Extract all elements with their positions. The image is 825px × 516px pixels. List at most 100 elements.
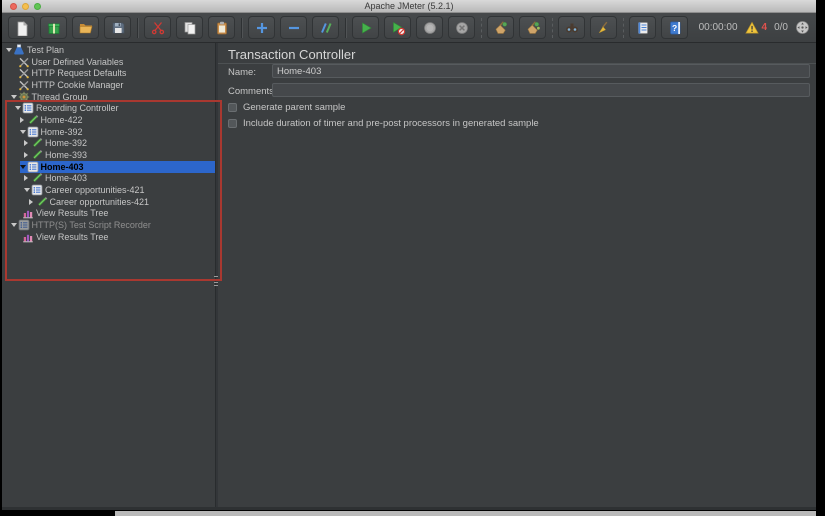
test-plan-icon bbox=[13, 44, 25, 56]
name-input[interactable] bbox=[272, 64, 810, 78]
expand-closed-icon[interactable] bbox=[19, 116, 27, 123]
expand-closed-icon[interactable] bbox=[24, 152, 31, 159]
expand-open-icon[interactable] bbox=[19, 129, 27, 134]
paste-icon bbox=[214, 20, 230, 36]
checkbox-row-1[interactable]: Include duration of timer and pre-post p… bbox=[228, 118, 539, 129]
stop-button[interactable] bbox=[416, 16, 443, 39]
tree-item-label: HTTP Request Defaults bbox=[31, 68, 127, 79]
start-no-timers-button[interactable] bbox=[384, 16, 411, 39]
expand-open-icon[interactable] bbox=[10, 223, 18, 228]
checkbox-icon[interactable] bbox=[228, 119, 237, 128]
function-helper-button[interactable] bbox=[629, 16, 656, 39]
save-button[interactable] bbox=[104, 16, 131, 39]
tree-item-home-393[interactable]: Home-393 bbox=[2, 149, 215, 161]
add-button[interactable] bbox=[248, 16, 275, 39]
toolbar-separator bbox=[345, 17, 347, 38]
config-icon bbox=[18, 56, 30, 68]
start-icon bbox=[358, 20, 374, 36]
tree-item-label: Career opportunities-421 bbox=[49, 196, 150, 207]
results-tree-icon bbox=[22, 231, 34, 243]
clear-all-button[interactable] bbox=[519, 16, 546, 39]
clear-button[interactable] bbox=[487, 16, 514, 39]
tree-item-home-403[interactable]: Home-403 bbox=[2, 160, 215, 173]
tree-item-home-403[interactable]: Home-403 bbox=[2, 173, 215, 185]
start-button[interactable] bbox=[352, 16, 379, 39]
tree-item-home-392[interactable]: Home-392 bbox=[2, 138, 215, 150]
sampler-icon bbox=[31, 137, 43, 149]
toolbar-separator bbox=[552, 17, 553, 38]
tree-item-view-results-tree[interactable]: View Results Tree bbox=[2, 208, 215, 220]
config-icon bbox=[18, 79, 30, 91]
title-bar[interactable]: Apache JMeter (5.2.1) bbox=[2, 0, 816, 13]
tree-item-user-defined-variables[interactable]: User Defined Variables bbox=[2, 56, 215, 68]
jmeter-window: Apache JMeter (5.2.1) ? 00:00:00 4 0/0 T… bbox=[2, 0, 816, 510]
sampler-icon bbox=[31, 172, 43, 184]
checkbox-label: Include duration of timer and pre-post p… bbox=[243, 118, 539, 129]
checkbox-row-0[interactable]: Generate parent sample bbox=[228, 102, 345, 113]
expand-open-icon[interactable] bbox=[19, 164, 27, 169]
add-icon bbox=[254, 20, 270, 36]
warning-icon[interactable] bbox=[744, 21, 759, 34]
open-file-icon bbox=[78, 20, 94, 36]
toolbar-separator bbox=[481, 17, 482, 38]
help-icon: ? bbox=[667, 20, 683, 36]
controller-icon bbox=[27, 126, 39, 138]
tree-item-label: Home-403 bbox=[40, 161, 84, 172]
expand-closed-icon[interactable] bbox=[28, 198, 36, 205]
remote-start-icon[interactable] bbox=[795, 20, 810, 35]
search-reset-icon bbox=[596, 20, 612, 36]
remove-button[interactable] bbox=[280, 16, 307, 39]
toggle-button[interactable] bbox=[312, 16, 339, 39]
new-file-button[interactable] bbox=[8, 16, 35, 39]
tree-item-home-422[interactable]: Home-422 bbox=[2, 114, 215, 126]
tree-item-label: Home-393 bbox=[45, 150, 88, 161]
toolbar: ? 00:00:00 4 0/0 bbox=[2, 13, 816, 43]
results-tree-icon bbox=[22, 207, 34, 219]
shutdown-button[interactable] bbox=[448, 16, 475, 39]
tree-item-test-plan[interactable]: Test Plan bbox=[2, 44, 215, 56]
name-label: Name: bbox=[228, 67, 256, 78]
elapsed-timer: 00:00:00 bbox=[698, 22, 738, 33]
comments-input[interactable] bbox=[272, 83, 810, 97]
expand-open-icon[interactable] bbox=[10, 94, 18, 99]
clear-all-icon bbox=[525, 20, 541, 36]
search-reset-button[interactable] bbox=[590, 16, 617, 39]
copy-icon bbox=[182, 20, 198, 36]
tree-item-view-results-tree[interactable]: View Results Tree bbox=[2, 231, 215, 243]
tree-item-label: View Results Tree bbox=[36, 231, 109, 242]
expand-closed-icon[interactable] bbox=[24, 175, 31, 182]
search-button[interactable] bbox=[558, 16, 585, 39]
log-error-count: 4 bbox=[761, 22, 768, 33]
help-button[interactable]: ? bbox=[661, 16, 688, 39]
toolbar-status: 00:00:00 4 0/0 bbox=[699, 20, 810, 35]
tree-item-career-opportunities-421[interactable]: Career opportunities-421 bbox=[2, 184, 215, 196]
checkbox-icon[interactable] bbox=[228, 103, 237, 112]
remove-icon bbox=[286, 20, 302, 36]
tree-item-career-opportunities-421[interactable]: Career opportunities-421 bbox=[2, 196, 215, 208]
controller-icon bbox=[31, 184, 43, 196]
tree-item-label: Home-422 bbox=[40, 114, 83, 125]
config-icon bbox=[18, 67, 30, 79]
tree-item-home-392[interactable]: Home-392 bbox=[2, 126, 215, 138]
copy-button[interactable] bbox=[176, 16, 203, 39]
open-file-button[interactable] bbox=[72, 16, 99, 39]
search-icon bbox=[564, 20, 580, 36]
expand-open-icon[interactable] bbox=[15, 106, 22, 111]
tree-item-thread-group[interactable]: Thread Group bbox=[2, 91, 215, 103]
tree-item-http-request-defaults[interactable]: HTTP Request Defaults bbox=[2, 67, 215, 79]
tree-item-label: Career opportunities-421 bbox=[45, 185, 145, 196]
paste-button[interactable] bbox=[208, 16, 235, 39]
tree-item-http-s-test-script-recorder[interactable]: HTTP(S) Test Script Recorder bbox=[2, 219, 215, 231]
tree-item-recording-controller[interactable]: Recording Controller bbox=[2, 102, 215, 114]
tree-item-http-cookie-manager[interactable]: HTTP Cookie Manager bbox=[2, 79, 215, 91]
tree-item-label: Home-392 bbox=[40, 126, 83, 137]
expand-open-icon[interactable] bbox=[24, 188, 31, 193]
cut-icon bbox=[150, 20, 166, 36]
cut-button[interactable] bbox=[144, 16, 171, 39]
expand-open-icon[interactable] bbox=[6, 47, 13, 52]
checkbox-label: Generate parent sample bbox=[243, 102, 346, 113]
templates-button[interactable] bbox=[40, 16, 67, 39]
expand-closed-icon[interactable] bbox=[24, 140, 31, 147]
thread-count: 0/0 bbox=[774, 22, 788, 33]
toolbar-buttons: ? bbox=[8, 16, 693, 39]
